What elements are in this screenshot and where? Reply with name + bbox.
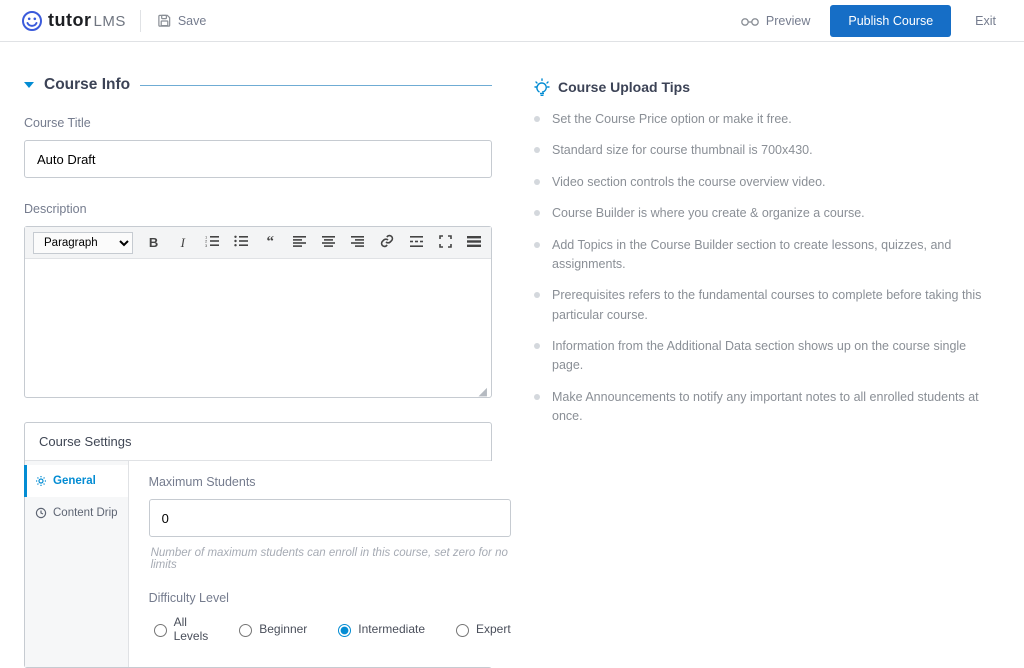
align-left-icon[interactable] xyxy=(291,235,308,250)
lightbulb-icon xyxy=(534,78,550,96)
caret-down-icon[interactable] xyxy=(24,82,34,88)
difficulty-options: All Levels Beginner Intermediate Ex xyxy=(149,615,511,643)
max-students-label: Maximum Students xyxy=(149,475,511,489)
gear-icon xyxy=(35,475,47,487)
brand: tutorLMS xyxy=(22,10,126,31)
difficulty-all[interactable]: All Levels xyxy=(149,615,209,643)
blockquote-icon[interactable]: “ xyxy=(262,234,279,251)
section-header: Course Info xyxy=(24,76,492,94)
max-students-helper: Number of maximum students can enroll in… xyxy=(151,547,509,571)
tips-panel: Course Upload Tips Set the Course Price … xyxy=(534,76,1000,668)
preview-label: Preview xyxy=(766,14,810,28)
course-title-input[interactable] xyxy=(24,140,492,178)
insert-more-icon[interactable] xyxy=(408,235,425,250)
brand-icon xyxy=(22,11,42,31)
block-format-select[interactable]: Paragraph xyxy=(33,232,133,254)
ordered-list-icon[interactable]: 123 xyxy=(203,235,220,250)
brand-name: tutorLMS xyxy=(48,10,126,31)
bold-icon[interactable]: B xyxy=(145,235,162,250)
tip-item: Standard size for course thumbnail is 70… xyxy=(534,141,1000,172)
max-students-input[interactable] xyxy=(149,499,511,537)
tab-content-drip-label: Content Drip xyxy=(53,507,118,519)
topbar: tutorLMS Save Preview Publish Co xyxy=(0,0,1024,42)
preview-button[interactable]: Preview xyxy=(738,10,812,32)
section-rule xyxy=(140,85,492,86)
tip-item: Set the Course Price option or make it f… xyxy=(534,110,1000,141)
svg-text:3: 3 xyxy=(205,243,208,247)
floppy-icon xyxy=(157,13,172,28)
italic-icon[interactable]: I xyxy=(174,235,191,251)
tip-item: Add Topics in the Course Builder section… xyxy=(534,236,1000,287)
unordered-list-icon[interactable] xyxy=(233,235,250,250)
tab-general[interactable]: General xyxy=(24,465,128,497)
course-settings-title: Course Settings xyxy=(25,423,491,461)
difficulty-expert[interactable]: Expert xyxy=(451,615,511,643)
settings-panel-general: Maximum Students Number of maximum stude… xyxy=(129,461,531,667)
description-editor: Paragraph B I 123 “ xyxy=(24,226,492,398)
course-title-label: Course Title xyxy=(24,116,492,130)
difficulty-beginner[interactable]: Beginner xyxy=(234,615,307,643)
save-label: Save xyxy=(178,14,207,28)
course-settings-card: Course Settings General xyxy=(24,422,492,668)
tab-content-drip[interactable]: Content Drip xyxy=(25,497,128,529)
align-right-icon[interactable] xyxy=(349,235,366,250)
editor-body[interactable] xyxy=(25,259,491,385)
publish-button[interactable]: Publish Course xyxy=(830,5,951,37)
tip-item: Course Builder is where you create & org… xyxy=(534,204,1000,235)
tip-item: Make Announcements to notify any importa… xyxy=(534,388,1000,439)
tip-item: Information from the Additional Data sec… xyxy=(534,337,1000,388)
editor-toolbar: Paragraph B I 123 “ xyxy=(25,227,491,259)
description-label: Description xyxy=(24,202,492,216)
difficulty-intermediate[interactable]: Intermediate xyxy=(333,615,425,643)
topbar-right: Preview Publish Course Exit xyxy=(738,5,1002,37)
difficulty-label: Difficulty Level xyxy=(149,591,511,605)
settings-tabs: General Content Drip xyxy=(25,461,129,667)
clock-icon xyxy=(35,507,47,519)
fullscreen-icon[interactable] xyxy=(437,235,454,251)
exit-button[interactable]: Exit xyxy=(969,13,1002,29)
tips-title: Course Upload Tips xyxy=(558,79,690,95)
tips-list: Set the Course Price option or make it f… xyxy=(534,110,1000,439)
tab-general-label: General xyxy=(53,475,96,487)
tip-item: Video section controls the course overvi… xyxy=(534,173,1000,204)
toolbar-toggle-icon[interactable] xyxy=(466,235,483,250)
glasses-icon xyxy=(740,15,760,27)
save-button[interactable]: Save xyxy=(155,9,209,32)
editor-resize-handle[interactable]: ◢ xyxy=(25,385,491,397)
link-icon[interactable] xyxy=(378,234,395,251)
section-title: Course Info xyxy=(44,76,130,94)
tip-item: Prerequisites refers to the fundamental … xyxy=(534,286,1000,337)
topbar-divider xyxy=(140,10,141,32)
align-center-icon[interactable] xyxy=(320,235,337,250)
